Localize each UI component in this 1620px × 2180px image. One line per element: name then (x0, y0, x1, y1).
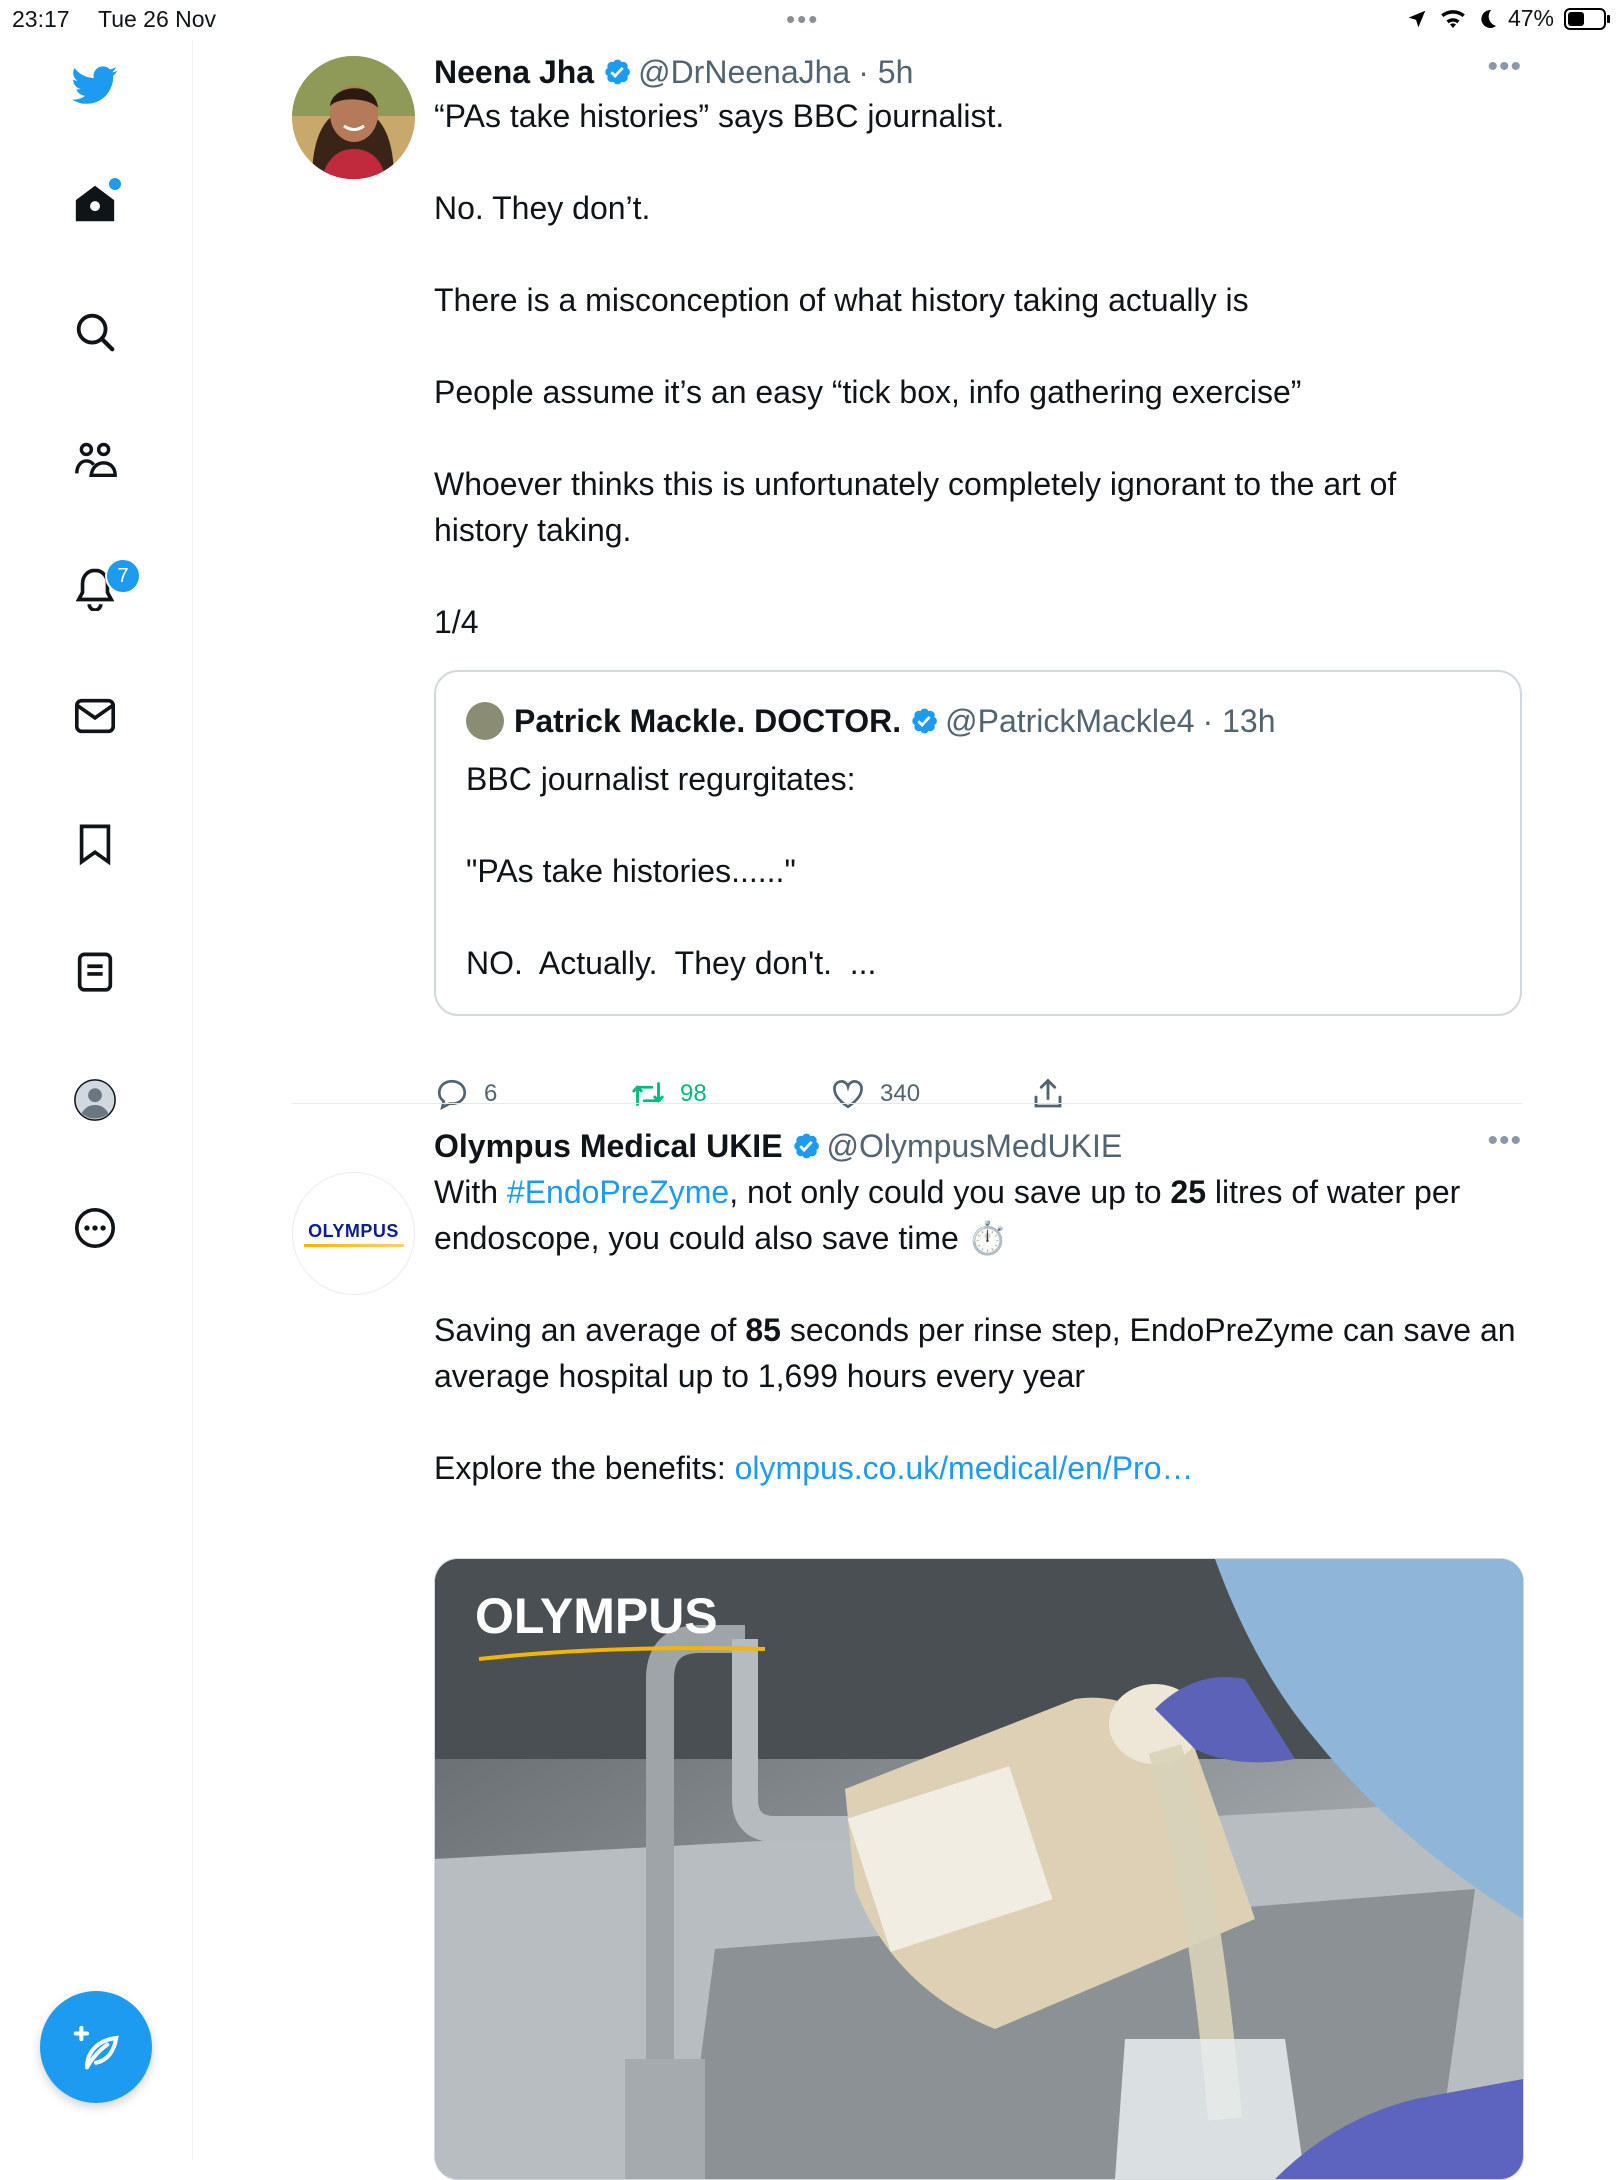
search-icon (76, 313, 115, 352)
quoted-tweet-time: · 13h (1202, 702, 1276, 739)
tweet-time[interactable]: · 5h (858, 54, 913, 91)
bookmarks-icon (79, 824, 111, 866)
home-new-dot (109, 178, 121, 190)
status-bar: 23:17 Tue 26 Nov ••• 47% (0, 0, 1620, 40)
more-icon (74, 1207, 116, 1249)
tweet-header: Olympus Medical UKIE @OlympusMedUKIE (434, 1124, 1522, 1168)
text-run: , not only could you save up to (729, 1174, 1171, 1210)
tweet-paragraph: Saving an average of 85 seconds per rins… (434, 1307, 1524, 1399)
lists-icon (77, 952, 113, 992)
tweet-paragraph: No. They don’t. (434, 190, 651, 226)
nav-explore[interactable] (59, 296, 131, 368)
quoted-paragraph: BBC journalist regurgitates: (466, 761, 856, 797)
battery-percent: 47% (1507, 5, 1554, 31)
nav-bookmarks[interactable] (59, 808, 131, 880)
moon-icon (1481, 9, 1496, 28)
tweet-paragraph: People assume it’s an easy “tick box, in… (434, 374, 1302, 410)
author-handle[interactable]: @OlympusMedUKIE (827, 1128, 1123, 1165)
nav-communities[interactable] (59, 424, 131, 496)
hashtag-link[interactable]: #EndoPreZyme (507, 1174, 729, 1210)
quoted-paragraph: "PAs take histories......" (466, 853, 796, 889)
nav-home[interactable] (59, 168, 131, 240)
tweet-media-image[interactable]: OLYMPUS (434, 1558, 1524, 2180)
location-arrow-icon (1408, 10, 1426, 27)
status-date: Tue 26 Nov (98, 6, 217, 32)
author-handle[interactable]: @DrNeenaJha (638, 54, 850, 91)
media-brand-text: OLYMPUS (475, 1588, 718, 1644)
text-run: With (434, 1174, 507, 1210)
nav-notifications[interactable]: 7 (59, 552, 141, 624)
sidebar: 7 (0, 40, 193, 2160)
bold-text: 85 (745, 1312, 781, 1348)
verified-badge-icon (793, 1133, 819, 1159)
nav-profile[interactable] (59, 1064, 131, 1136)
messages-icon (74, 698, 116, 734)
multitasking-dots-icon[interactable]: ••• (786, 4, 819, 35)
compose-tweet-button[interactable] (40, 1991, 152, 2103)
nav-lists[interactable] (59, 936, 131, 1008)
verified-badge-icon (912, 708, 937, 734)
wifi-icon (1441, 9, 1465, 28)
notification-count-badge: 7 (105, 558, 141, 594)
quoted-tweet[interactable]: Patrick Mackle. DOCTOR. @PatrickMackle4 … (434, 670, 1522, 1016)
tweet[interactable]: OLYMPUS Olympus Medical UKIE @OlympusMed… (292, 1104, 1524, 2180)
battery-icon (1564, 7, 1610, 30)
quoted-tweet-text: BBC journalist regurgitates: "PAs take h… (466, 756, 876, 986)
quoted-author-name: Patrick Mackle. DOCTOR. (514, 702, 902, 739)
tweet-header: Neena Jha @DrNeenaJha · 5h (434, 50, 1522, 94)
quoted-paragraph: NO. Actually. They don't. ... (466, 945, 877, 981)
avatar[interactable] (292, 56, 415, 179)
nav-more[interactable] (59, 1192, 131, 1264)
compose-icon (73, 2025, 119, 2070)
tweet-more-icon[interactable]: ••• (1487, 50, 1522, 84)
tweet-paragraph: “PAs take histories” says BBC journalist… (434, 98, 1005, 134)
quoted-tweet-header: Patrick Mackle. DOCTOR. @PatrickMackle4 … (466, 702, 1275, 740)
profile-icon (74, 1079, 116, 1121)
communities-icon (75, 442, 117, 478)
tweet-paragraph: There is a misconception of what history… (434, 282, 1249, 318)
nav-messages[interactable] (59, 680, 131, 752)
tweet[interactable]: Neena Jha @DrNeenaJha · 5h ••• “PAs take… (292, 40, 1522, 1111)
tweet-text: With #EndoPreZyme, not only could you sa… (434, 1169, 1524, 1491)
twitter-logo-icon[interactable] (59, 49, 131, 121)
avatar-brand-text: OLYMPUS (308, 1220, 399, 1241)
tweet-paragraph: Whoever thinks this is unfortunately com… (434, 466, 1397, 548)
quoted-author-handle: @PatrickMackle4 (945, 702, 1195, 739)
text-run: Explore the benefits: (434, 1450, 735, 1486)
timeline: Neena Jha @DrNeenaJha · 5h ••• “PAs take… (292, 40, 1524, 2180)
tweet-paragraph: Explore the benefits: olympus.co.uk/medi… (434, 1445, 1524, 1491)
quoted-avatar (466, 702, 504, 740)
tweet-paragraph: 1/4 (434, 604, 479, 640)
tweet-text: “PAs take histories” says BBC journalist… (434, 93, 1522, 645)
status-time: 23:17 (12, 6, 70, 32)
tweet-more-icon[interactable]: ••• (1487, 1124, 1522, 1158)
external-link[interactable]: olympus.co.uk/medical/en/Pro… (735, 1450, 1194, 1486)
author-name[interactable]: Neena Jha (434, 54, 594, 91)
avatar-brand-swoosh (303, 1243, 404, 1247)
bold-text: 25 (1170, 1174, 1206, 1210)
avatar[interactable]: OLYMPUS (292, 1172, 415, 1295)
text-run: Saving an average of (434, 1312, 746, 1348)
verified-badge-icon (605, 59, 630, 85)
author-name[interactable]: Olympus Medical UKIE (434, 1128, 783, 1165)
tweet-paragraph: With #EndoPreZyme, not only could you sa… (434, 1169, 1524, 1261)
